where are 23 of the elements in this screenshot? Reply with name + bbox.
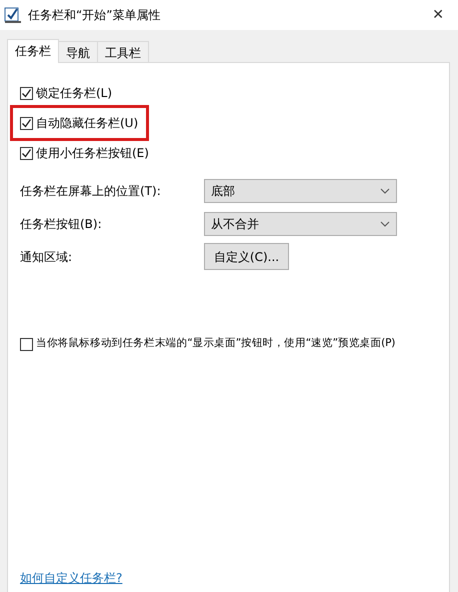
setting-label: 任务栏按钮(B):: [20, 216, 103, 232]
tab[interactable]: 导航: [58, 41, 98, 62]
customize-button[interactable]: 自定义(C)...: [204, 243, 289, 270]
tab[interactable]: 任务栏: [7, 39, 59, 63]
chevron-down-icon: [380, 188, 390, 194]
checkbox[interactable]: [20, 86, 33, 100]
dropdown[interactable]: 从不合并: [204, 212, 397, 236]
checkbox[interactable]: [20, 116, 33, 130]
help-link[interactable]: 如何自定义任务栏?: [20, 569, 122, 587]
app-icon: [4, 6, 22, 24]
close-button[interactable]: ✕: [428, 4, 448, 26]
checkbox-label: 锁定任务栏(L): [36, 85, 112, 102]
checkbox-label: 当你将鼠标移动到任务栏末端的“显示桌面”按钮时，使用“速览”预览桌面(P): [36, 336, 396, 352]
setting-label: 通知区域:: [20, 248, 74, 266]
window-title: 任务栏和“开始”菜单属性: [28, 7, 160, 24]
checkbox-label: 使用小任务栏按钮(E): [36, 145, 149, 162]
checkbox-label: 自动隐藏任务栏(U): [36, 115, 138, 132]
dropdown[interactable]: 底部: [204, 178, 397, 202]
chevron-down-icon: [380, 220, 390, 226]
tab[interactable]: 工具栏: [97, 41, 149, 62]
setting-label: 任务栏在屏幕上的位置(T):: [20, 182, 162, 200]
checkbox[interactable]: [20, 146, 33, 160]
checkbox[interactable]: [20, 338, 33, 350]
